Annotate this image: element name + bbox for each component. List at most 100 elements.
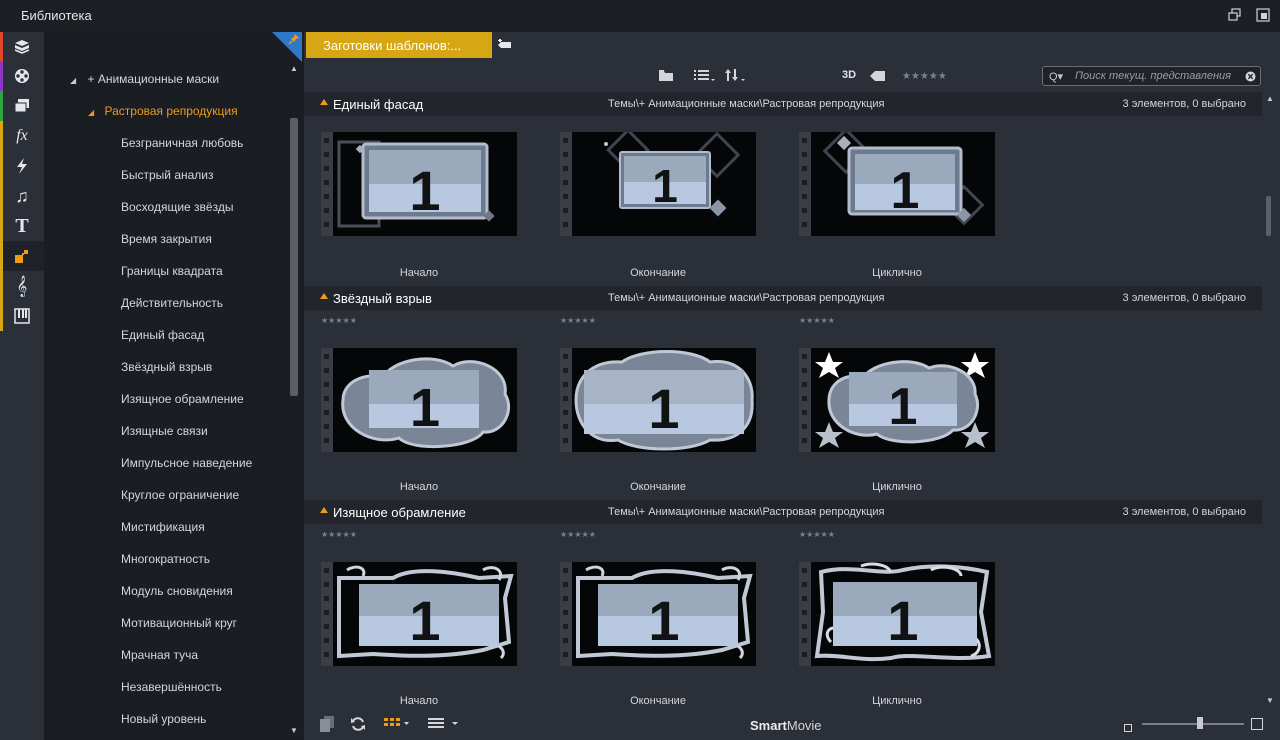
tree-item[interactable]: Изящное обрамление	[121, 392, 244, 412]
treble-clef-icon: 𝄞	[16, 275, 28, 296]
category-project-bin[interactable]	[0, 32, 44, 62]
tree-scroll-up[interactable]: ▲	[290, 64, 298, 73]
folder-icon[interactable]	[658, 68, 674, 87]
tree-item[interactable]: Безграничная любовь	[121, 136, 243, 156]
tree-item[interactable]: Мрачная туча	[121, 648, 198, 668]
collapse-arrow-icon[interactable]: ◢	[88, 108, 94, 117]
tree-item-animated-masks[interactable]: ◢ + Анимационные маски	[70, 72, 219, 92]
search-icon[interactable]: Q▾	[1049, 70, 1063, 83]
tree-scrollbar-thumb[interactable]	[290, 118, 298, 396]
category-sound-effects[interactable]	[0, 301, 44, 331]
template-thumbnail[interactable]: 1	[560, 348, 756, 452]
item-rating[interactable]: ★★★★★	[799, 530, 835, 539]
section-header[interactable]: Единый фасад Темы\+ Анимационные маски\Р…	[304, 92, 1262, 116]
tree-item[interactable]: Модуль сновидения	[121, 584, 233, 604]
template-thumbnail[interactable]: 1	[321, 562, 517, 666]
large-thumb-icon[interactable]	[1251, 717, 1263, 735]
restore-icon[interactable]	[1256, 8, 1270, 22]
content-scrollbar[interactable]: ▲ ▼	[1262, 92, 1280, 708]
item-rating[interactable]: ★★★★★	[560, 530, 596, 539]
template-thumbnail[interactable]: 1	[560, 132, 756, 236]
small-thumb-icon[interactable]	[1124, 719, 1132, 737]
thumbnail-image: 1	[333, 348, 517, 452]
stack-icon[interactable]	[320, 716, 334, 737]
montage-icon	[15, 250, 28, 263]
tree-item[interactable]: Восходящие звёзды	[121, 200, 233, 220]
list-view-icon[interactable]	[694, 68, 716, 87]
template-thumbnail[interactable]: 1	[321, 348, 517, 452]
scrollbar-thumb[interactable]	[1266, 196, 1271, 236]
film-reel-icon	[15, 69, 29, 83]
collapse-arrow-icon[interactable]: ◢	[70, 76, 76, 85]
section-header[interactable]: Изящное обрамление Темы\+ Анимационные м…	[304, 500, 1262, 524]
thumbnail-number: 1	[409, 589, 440, 652]
title-bar: Библиотека	[0, 0, 1280, 32]
thumbnail-caption: Циклично	[872, 267, 922, 279]
tab-templates[interactable]: Заготовки шаблонов:...	[306, 32, 492, 58]
3d-filter-button[interactable]: 3D	[842, 69, 856, 81]
tree-item[interactable]: Границы квадрата	[121, 264, 223, 284]
collapse-arrow-icon[interactable]	[320, 99, 328, 105]
scroll-up-arrow[interactable]: ▲	[1266, 94, 1274, 103]
boxes-icon	[14, 40, 30, 54]
scroll-down-arrow[interactable]: ▼	[1266, 696, 1274, 705]
tree-item[interactable]: Действительность	[121, 296, 223, 316]
category-scorefitter[interactable]: 𝄞	[0, 271, 44, 301]
thumbnail-image: 1	[811, 348, 995, 452]
tree-item-raster-reproduction[interactable]: ◢ Растровая репродукция	[88, 104, 238, 124]
tree-item[interactable]: Мотивационный круг	[121, 616, 237, 636]
template-thumbnail[interactable]: 1	[799, 348, 995, 452]
details-view-icon[interactable]	[428, 716, 460, 735]
section-header[interactable]: Звёздный взрыв Темы\+ Анимационные маски…	[304, 286, 1262, 310]
item-rating[interactable]: ★★★★★	[321, 530, 357, 539]
new-tab-icon[interactable]	[498, 38, 512, 56]
tree-item[interactable]: Звёздный взрыв	[121, 360, 212, 380]
tree-item[interactable]: Импульсное наведение	[121, 456, 252, 476]
thumbnail-view-icon[interactable]	[384, 716, 410, 735]
item-rating[interactable]: ★★★★★	[560, 316, 596, 325]
tree-item[interactable]: Круглое ограничение	[121, 488, 239, 508]
tree-scroll-down[interactable]: ▼	[290, 726, 298, 735]
title-t-icon: T	[15, 214, 29, 237]
collapse-arrow-icon[interactable]	[320, 293, 328, 299]
tree-item[interactable]: Многократность	[121, 552, 210, 572]
sort-icon[interactable]	[724, 68, 746, 87]
zoom-slider-track[interactable]	[1142, 723, 1244, 725]
tree-item[interactable]: Быстрый анализ	[121, 168, 214, 188]
tree-item[interactable]: Время закрытия	[121, 232, 212, 252]
category-titles[interactable]: T	[0, 211, 44, 241]
film-strip	[560, 132, 572, 236]
template-thumbnail[interactable]: 1	[321, 132, 517, 236]
tag-icon[interactable]	[870, 69, 886, 87]
tree-item[interactable]: Новый уровень	[121, 712, 206, 732]
tree-item-label: Растровая репродукция	[104, 104, 238, 118]
film-strip	[321, 348, 333, 452]
smartmovie-button[interactable]: SmartMovie	[750, 718, 822, 733]
tree-item[interactable]: Мистификация	[121, 520, 205, 540]
clear-search-icon[interactable]	[1245, 71, 1256, 82]
undock-icon[interactable]	[1228, 8, 1242, 22]
rating-filter[interactable]: ★★★★★	[902, 71, 947, 82]
category-transitions[interactable]	[0, 151, 44, 181]
zoom-slider-knob[interactable]	[1197, 717, 1203, 729]
sync-icon[interactable]	[350, 716, 366, 737]
fx-icon: fx	[16, 127, 28, 144]
tree-item[interactable]: Единый фасад	[121, 328, 204, 348]
template-thumbnail[interactable]: 1	[799, 562, 995, 666]
pin-icon[interactable]	[288, 33, 300, 45]
collapse-arrow-icon[interactable]	[320, 507, 328, 513]
item-rating[interactable]: ★★★★★	[321, 316, 357, 325]
category-montage-templates[interactable]	[0, 241, 44, 271]
film-strip	[321, 132, 333, 236]
item-rating[interactable]: ★★★★★	[799, 316, 835, 325]
film-strip	[799, 348, 811, 452]
tree-item[interactable]: Незавершённость	[121, 680, 222, 700]
category-photos[interactable]	[0, 91, 44, 121]
tree-item[interactable]: Изящные связи	[121, 424, 208, 444]
category-video[interactable]	[0, 61, 44, 91]
category-effects[interactable]: fx	[0, 121, 44, 151]
category-audio[interactable]: ♫	[0, 181, 44, 211]
search-input[interactable]: Q▾ Поиск текущ. представления	[1042, 66, 1261, 86]
template-thumbnail[interactable]: 1	[799, 132, 995, 236]
template-thumbnail[interactable]: 1	[560, 562, 756, 666]
